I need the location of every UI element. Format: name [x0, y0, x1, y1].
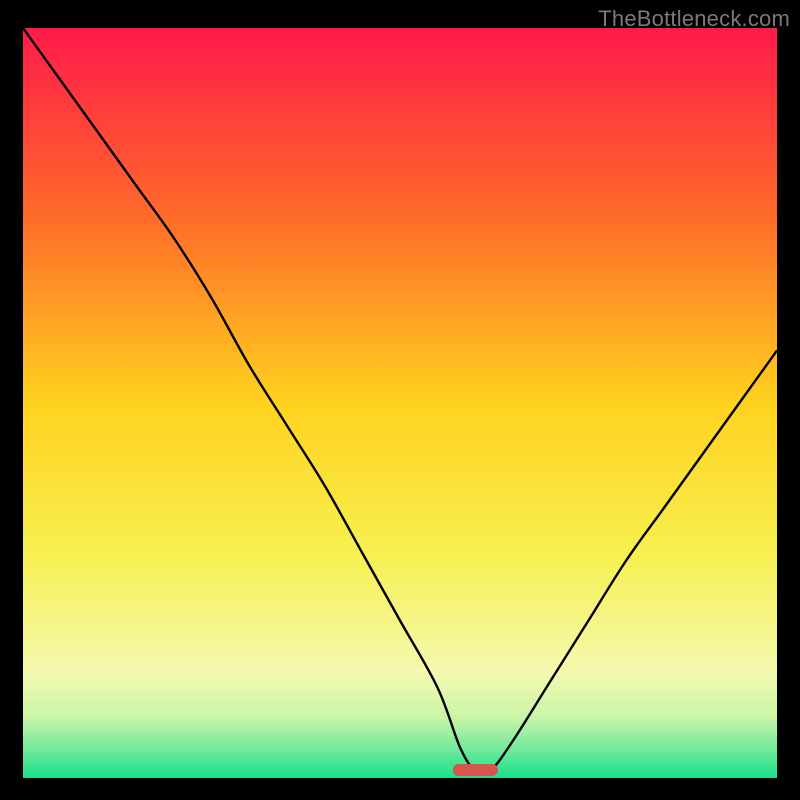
- optimal-marker: [453, 764, 498, 776]
- gradient-background: [23, 28, 777, 778]
- chart-container: [23, 28, 777, 778]
- bottleneck-chart: [23, 28, 777, 778]
